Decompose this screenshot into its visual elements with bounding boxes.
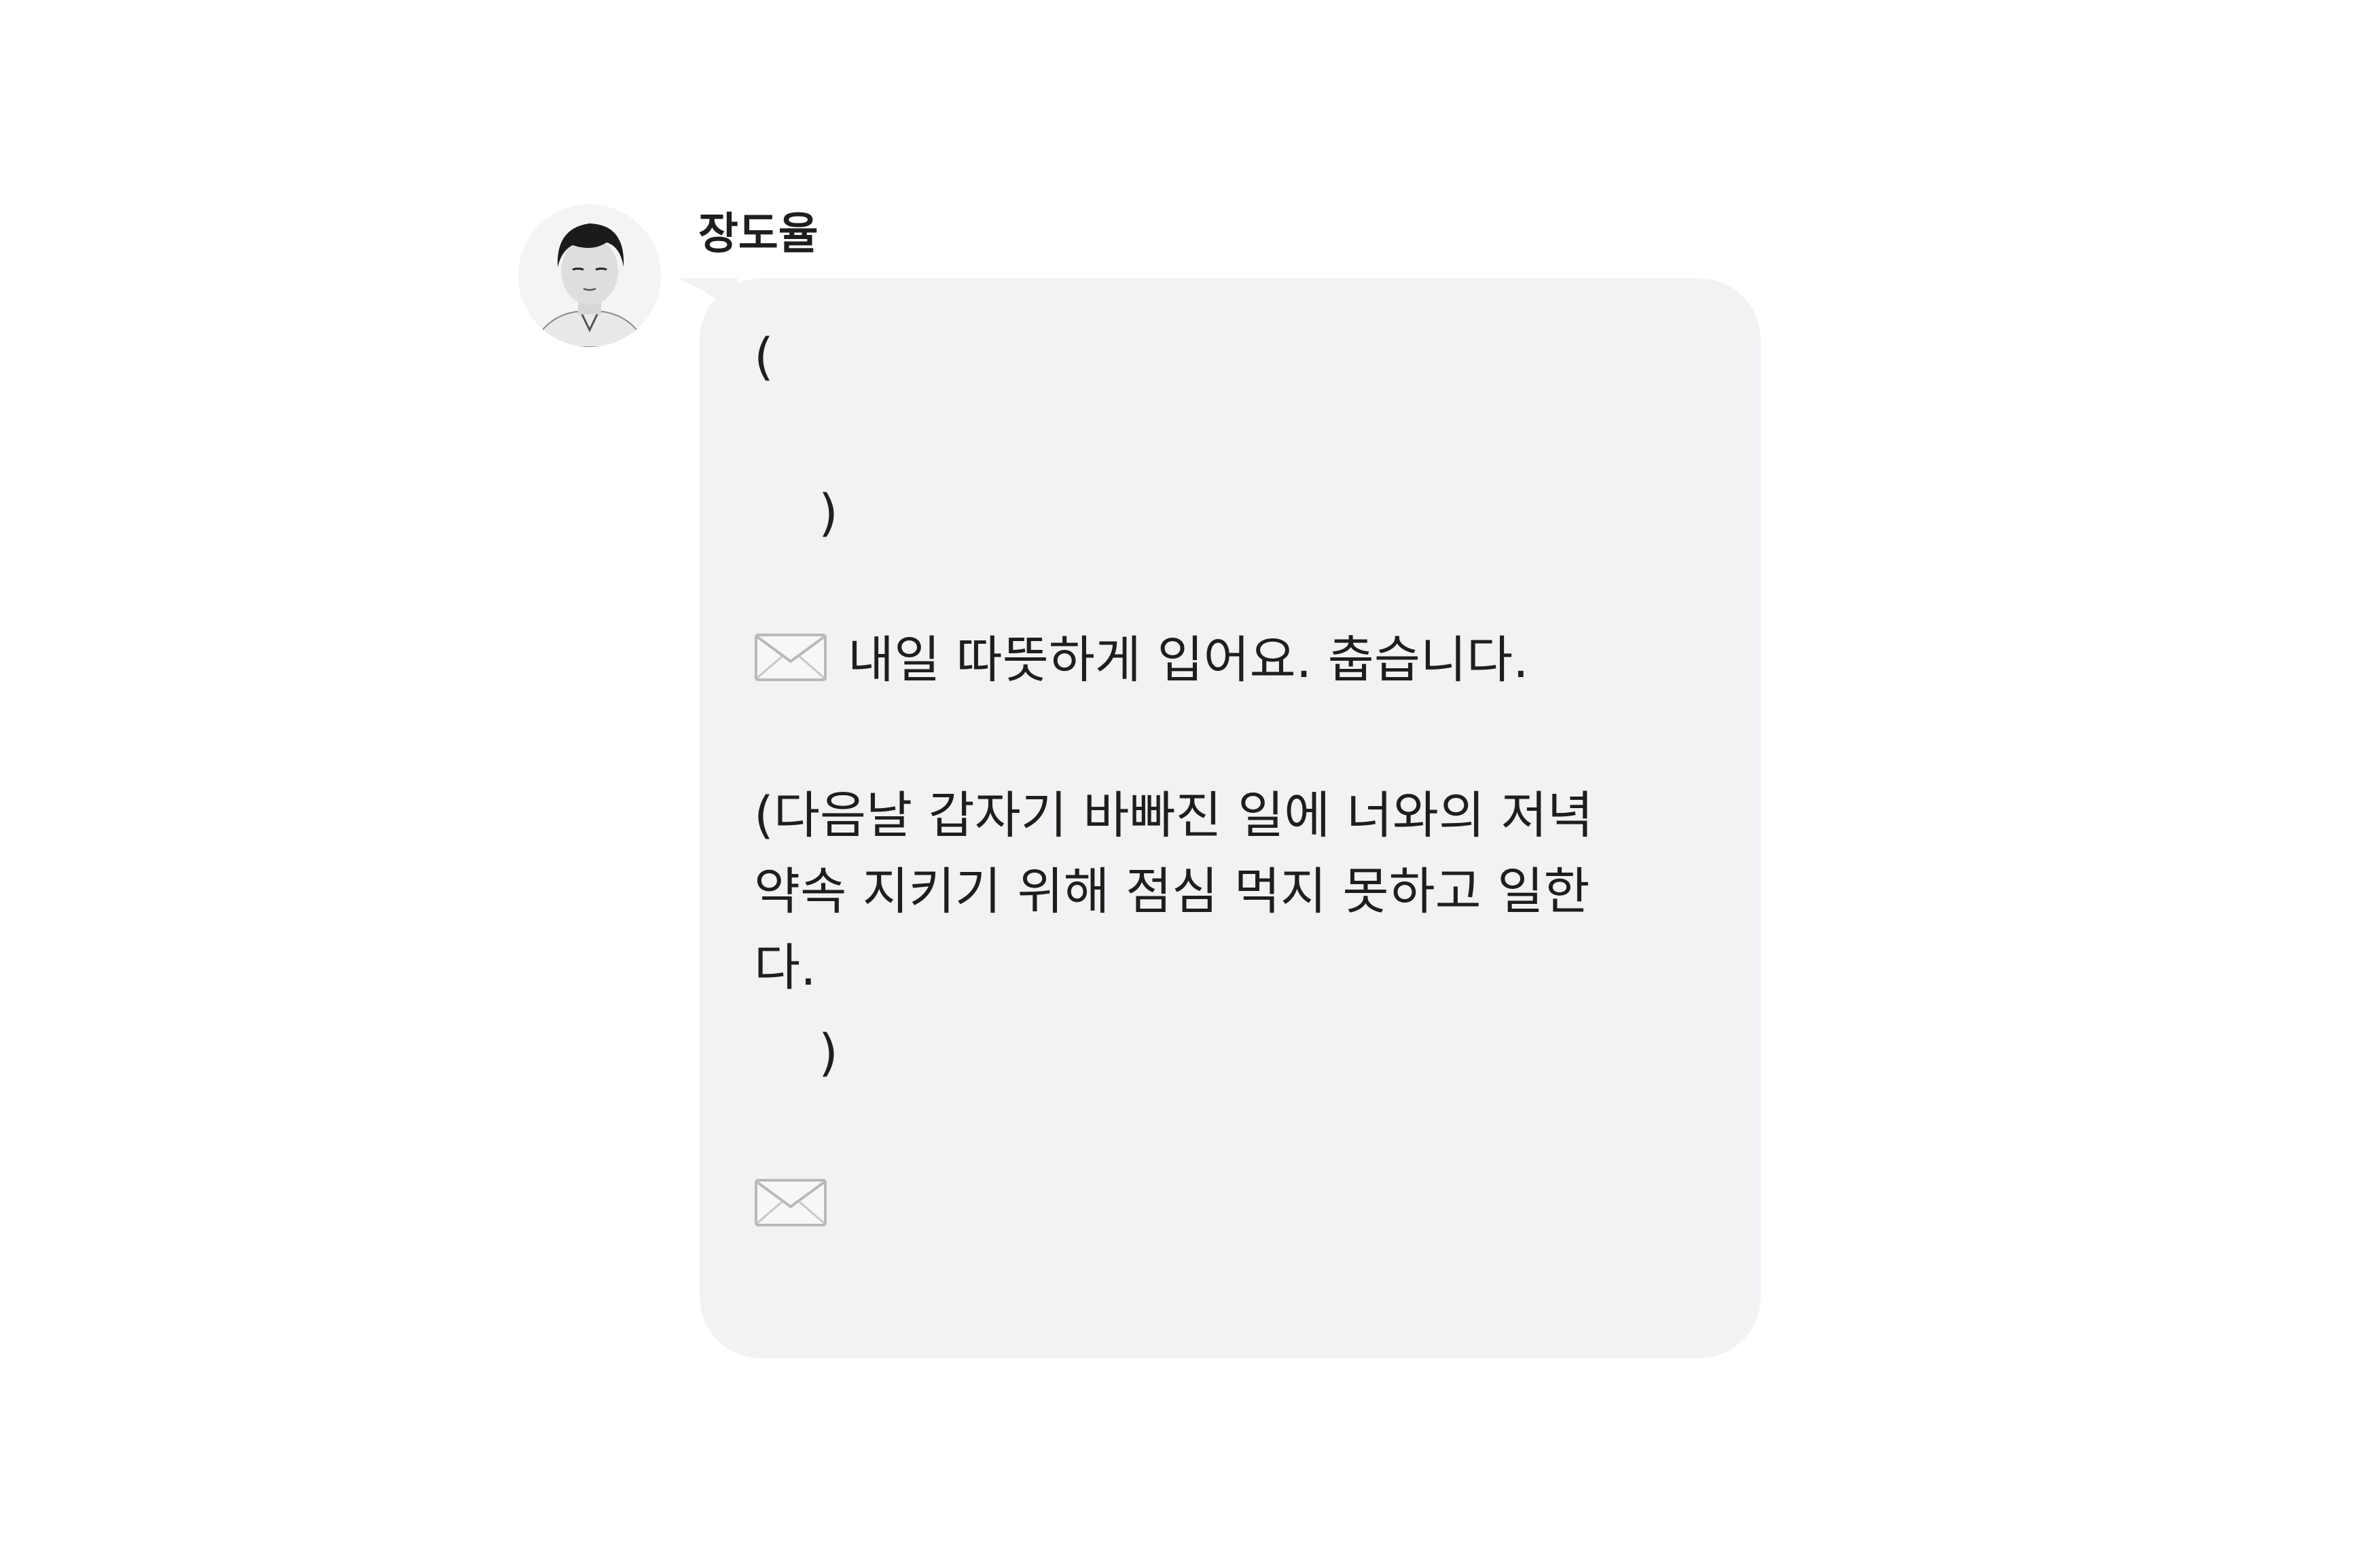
message-text: 내일 따뜻하게 입어요. 춥습니다.: [848, 631, 1529, 689]
envelope-icon: [754, 1178, 827, 1227]
envelope-icon: [754, 633, 827, 682]
profile-photo: [518, 204, 661, 347]
message-line: 내일 따뜻하게 입어요. 춥습니다.: [754, 622, 1529, 698]
message-line: (다음날 갑자기 바빠진 일에 너와의 저녁: [754, 786, 1594, 845]
avatar[interactable]: [518, 204, 661, 347]
message-line: 다.: [754, 938, 816, 997]
message-line: 약속 지키기 위해 점심 먹지 못하고 일한: [754, 862, 1590, 921]
message-close-paren: ): [819, 1024, 838, 1082]
sender-name: 장도율: [698, 209, 819, 259]
message-close-paren: ): [819, 484, 838, 543]
message-open-paren: (: [754, 328, 774, 386]
